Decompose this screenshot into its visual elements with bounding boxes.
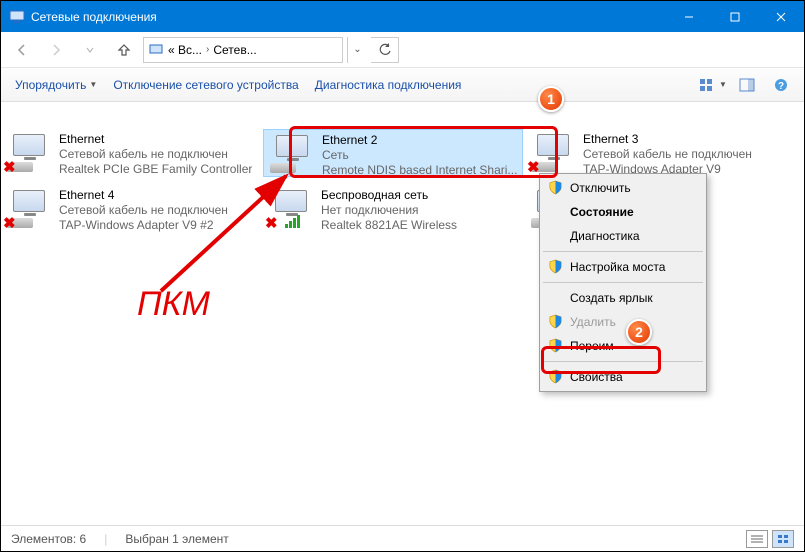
connection-text: Ethernet 2СетьRemote NDIS based Internet… bbox=[322, 133, 517, 178]
connection-device: Realtek PCIe GBE Family Controller bbox=[59, 162, 252, 177]
disable-device-button[interactable]: Отключение сетевого устройства bbox=[107, 74, 304, 96]
view-mode-buttons bbox=[746, 530, 794, 548]
menu-item-label: Настройка моста bbox=[570, 260, 665, 274]
menu-item[interactable]: Диагностика bbox=[542, 224, 704, 248]
annotation-badge-1: 1 bbox=[538, 86, 564, 112]
status-count: Элементов: 6 bbox=[11, 532, 86, 546]
menu-item-label: Переим bbox=[570, 339, 614, 353]
chevron-right-icon: › bbox=[206, 44, 209, 55]
connection-status: Сетевой кабель не подключен bbox=[59, 147, 252, 162]
minimize-button[interactable] bbox=[666, 1, 712, 32]
menu-separator bbox=[543, 282, 703, 283]
adapter-icon: ✖ bbox=[5, 188, 53, 230]
breadcrumb-seg1[interactable]: « Вс... bbox=[168, 43, 202, 57]
back-button[interactable] bbox=[7, 36, 37, 64]
menu-item: Удалить bbox=[542, 310, 704, 334]
refresh-button[interactable] bbox=[371, 37, 399, 63]
diagnose-button[interactable]: Диагностика подключения bbox=[309, 74, 468, 96]
shield-icon bbox=[548, 338, 563, 353]
connection-text: Ethernet 4Сетевой кабель не подключенTAP… bbox=[59, 188, 228, 233]
shield-icon bbox=[548, 180, 563, 195]
titlebar: Сетевые подключения bbox=[1, 1, 804, 32]
adapter-icon bbox=[268, 133, 316, 175]
annotation-label-pkm: ПКМ bbox=[137, 285, 210, 324]
status-selected: Выбран 1 элемент bbox=[125, 532, 228, 546]
maximize-button[interactable] bbox=[712, 1, 758, 32]
close-button[interactable] bbox=[758, 1, 804, 32]
menu-separator bbox=[543, 361, 703, 362]
menu-item-label: Свойства bbox=[570, 370, 623, 384]
connection-device: TAP-Windows Adapter V9 #2 bbox=[59, 218, 228, 233]
connection-status: Сетевой кабель не подключен bbox=[59, 203, 228, 218]
connection-name: Ethernet 4 bbox=[59, 188, 228, 203]
breadcrumb-seg2[interactable]: Сетев... bbox=[213, 43, 256, 57]
command-bar: Упорядочить▼ Отключение сетевого устройс… bbox=[1, 68, 804, 102]
shield-icon bbox=[548, 259, 563, 274]
connection-device: Realtek 8821AE Wireless bbox=[321, 218, 457, 233]
preview-pane-button[interactable] bbox=[732, 73, 762, 97]
connection-item[interactable]: ✖Ethernet 4Сетевой кабель не подключенTA… bbox=[1, 185, 261, 233]
connection-name: Ethernet 3 bbox=[583, 132, 752, 147]
connection-text: Беспроводная сетьНет подключенияRealtek … bbox=[321, 188, 457, 233]
address-bar: « Вс... › Сетев... ⌄ bbox=[1, 32, 804, 68]
connection-text: Ethernet 3Сетевой кабель не подключенTAP… bbox=[583, 132, 752, 177]
menu-item-label: Состояние bbox=[570, 205, 634, 219]
shield-icon bbox=[548, 314, 563, 329]
breadcrumb-dropdown[interactable]: ⌄ bbox=[347, 37, 367, 63]
connection-name: Беспроводная сеть bbox=[321, 188, 457, 203]
connection-item[interactable]: ✖EthernetСетевой кабель не подключенReal… bbox=[1, 129, 261, 177]
menu-item[interactable]: Отключить bbox=[542, 176, 704, 200]
recent-dropdown[interactable] bbox=[75, 36, 105, 64]
app-icon bbox=[9, 9, 25, 25]
menu-item[interactable]: Создать ярлык bbox=[542, 286, 704, 310]
annotation-badge-2: 2 bbox=[626, 319, 652, 345]
shield-icon bbox=[548, 369, 563, 384]
context-menu: Отключить Состояние Диагностика Настройка м… bbox=[539, 173, 707, 392]
connection-name: Ethernet bbox=[59, 132, 252, 147]
forward-button[interactable] bbox=[41, 36, 71, 64]
menu-item[interactable]: Переим bbox=[542, 334, 704, 358]
svg-text:?: ? bbox=[778, 81, 784, 92]
dropdown-triangle-icon: ▼ bbox=[89, 80, 97, 89]
connection-status: Сетевой кабель не подключен bbox=[583, 147, 752, 162]
adapter-icon: ✖ bbox=[5, 132, 53, 174]
network-icon bbox=[148, 42, 164, 58]
menu-separator bbox=[543, 251, 703, 252]
adapter-icon: ✖ bbox=[529, 132, 577, 174]
disable-label: Отключение сетевого устройства bbox=[113, 78, 298, 92]
connection-device: Remote NDIS based Internet Shari... bbox=[322, 163, 517, 178]
menu-item-label: Отключить bbox=[570, 181, 631, 195]
connection-item[interactable]: Ethernet 2СетьRemote NDIS based Internet… bbox=[263, 129, 523, 177]
diagnose-label: Диагностика подключения bbox=[315, 78, 462, 92]
menu-item-label: Диагностика bbox=[570, 229, 640, 243]
connection-item[interactable]: ✖Беспроводная сетьНет подключенияRealtek… bbox=[263, 185, 523, 233]
adapter-icon: ✖ bbox=[267, 188, 315, 230]
connection-item[interactable]: ✖Ethernet 3Сетевой кабель не подключенTA… bbox=[525, 129, 785, 177]
help-button[interactable]: ? bbox=[766, 73, 796, 97]
menu-item[interactable]: Состояние bbox=[542, 200, 704, 224]
dropdown-triangle-icon: ▼ bbox=[719, 80, 727, 89]
connection-name: Ethernet 2 bbox=[322, 133, 517, 148]
details-view-button[interactable] bbox=[746, 530, 768, 548]
breadcrumb[interactable]: « Вс... › Сетев... bbox=[143, 37, 343, 63]
window-buttons bbox=[666, 1, 804, 32]
window-title: Сетевые подключения bbox=[31, 10, 666, 24]
menu-item-label: Создать ярлык bbox=[570, 291, 653, 305]
connection-text: EthernetСетевой кабель не подключенRealt… bbox=[59, 132, 252, 177]
status-bar: Элементов: 6 | Выбран 1 элемент bbox=[1, 525, 804, 551]
view-options-button[interactable]: ▼ bbox=[698, 73, 728, 97]
icons-view-button[interactable] bbox=[772, 530, 794, 548]
connection-status: Сеть bbox=[322, 148, 517, 163]
connection-status: Нет подключения bbox=[321, 203, 457, 218]
organize-label: Упорядочить bbox=[15, 78, 86, 92]
menu-item-label: Удалить bbox=[570, 315, 616, 329]
up-button[interactable] bbox=[109, 36, 139, 64]
organize-menu[interactable]: Упорядочить▼ bbox=[9, 74, 103, 96]
menu-item[interactable]: Свойства bbox=[542, 365, 704, 389]
menu-item[interactable]: Настройка моста bbox=[542, 255, 704, 279]
